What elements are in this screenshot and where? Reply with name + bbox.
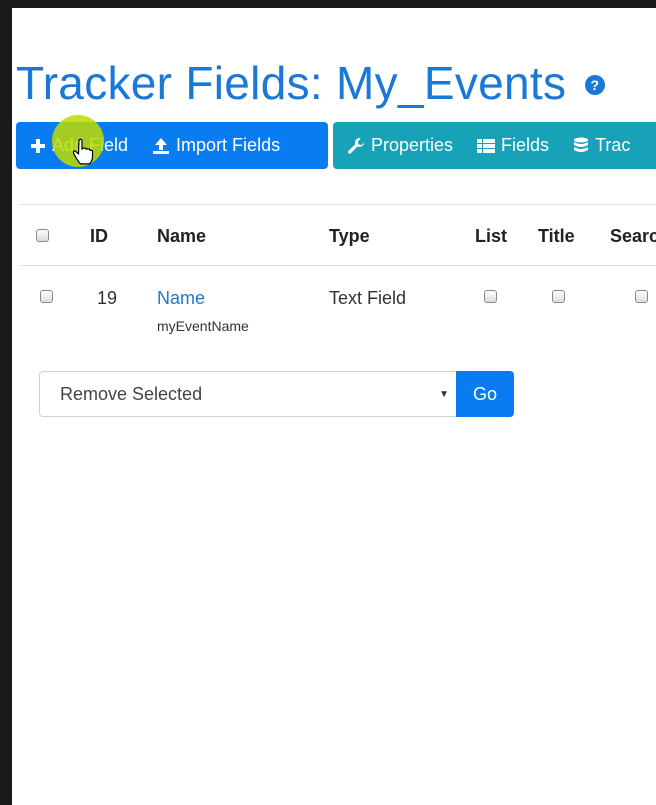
page-header: Tracker Fields: My_Events ? bbox=[16, 56, 605, 110]
field-id: 19 bbox=[97, 288, 118, 308]
properties-label: Properties bbox=[371, 135, 454, 155]
plus-icon bbox=[31, 138, 45, 153]
upload-icon bbox=[153, 137, 170, 154]
field-perm-name: myEventName bbox=[157, 318, 249, 334]
column-header-title: Title bbox=[538, 226, 575, 246]
table-header-divider bbox=[20, 265, 656, 266]
database-icon bbox=[574, 137, 589, 152]
trackers-button[interactable]: Trac bbox=[561, 122, 642, 169]
bulk-action-select[interactable]: Remove Selected ▼ bbox=[39, 371, 457, 417]
column-header-name[interactable]: Name bbox=[157, 226, 206, 247]
column-header-id: ID bbox=[90, 226, 108, 246]
searchable-checkbox[interactable] bbox=[635, 290, 648, 303]
import-fields-label: Import Fields bbox=[176, 135, 281, 155]
field-name-link[interactable]: Name bbox=[157, 288, 205, 309]
title-checkbox[interactable] bbox=[552, 290, 565, 303]
bulk-action-selected-value: Remove Selected bbox=[60, 384, 203, 404]
page-title: Tracker Fields: My_Events bbox=[16, 57, 567, 109]
help-icon[interactable]: ? bbox=[584, 75, 605, 95]
column-header-list: List bbox=[475, 226, 508, 246]
trackers-label: Trac bbox=[595, 135, 631, 155]
go-button[interactable]: Go bbox=[456, 371, 514, 417]
column-header-type[interactable]: Type bbox=[329, 226, 370, 247]
hand-cursor-icon bbox=[72, 138, 94, 165]
table-top-divider bbox=[20, 204, 656, 205]
wrench-icon bbox=[348, 137, 364, 154]
fields-label: Fields bbox=[501, 135, 550, 155]
column-header-search: Searc bbox=[610, 226, 656, 246]
fields-button[interactable]: Fields bbox=[465, 122, 561, 169]
list-checkbox[interactable] bbox=[484, 290, 497, 303]
row-select-checkbox[interactable] bbox=[40, 290, 53, 303]
caret-down-icon: ▼ bbox=[439, 389, 449, 400]
list-icon bbox=[477, 138, 496, 153]
field-type: Text Field bbox=[329, 288, 407, 308]
select-all-checkbox[interactable] bbox=[36, 229, 49, 242]
import-fields-button[interactable]: Import Fields bbox=[140, 122, 292, 169]
properties-button[interactable]: Properties bbox=[333, 122, 465, 169]
secondary-button-group: Properties Fields Trac bbox=[333, 122, 656, 169]
page: Tracker Fields: My_Events ? Add Field Im… bbox=[12, 8, 656, 805]
